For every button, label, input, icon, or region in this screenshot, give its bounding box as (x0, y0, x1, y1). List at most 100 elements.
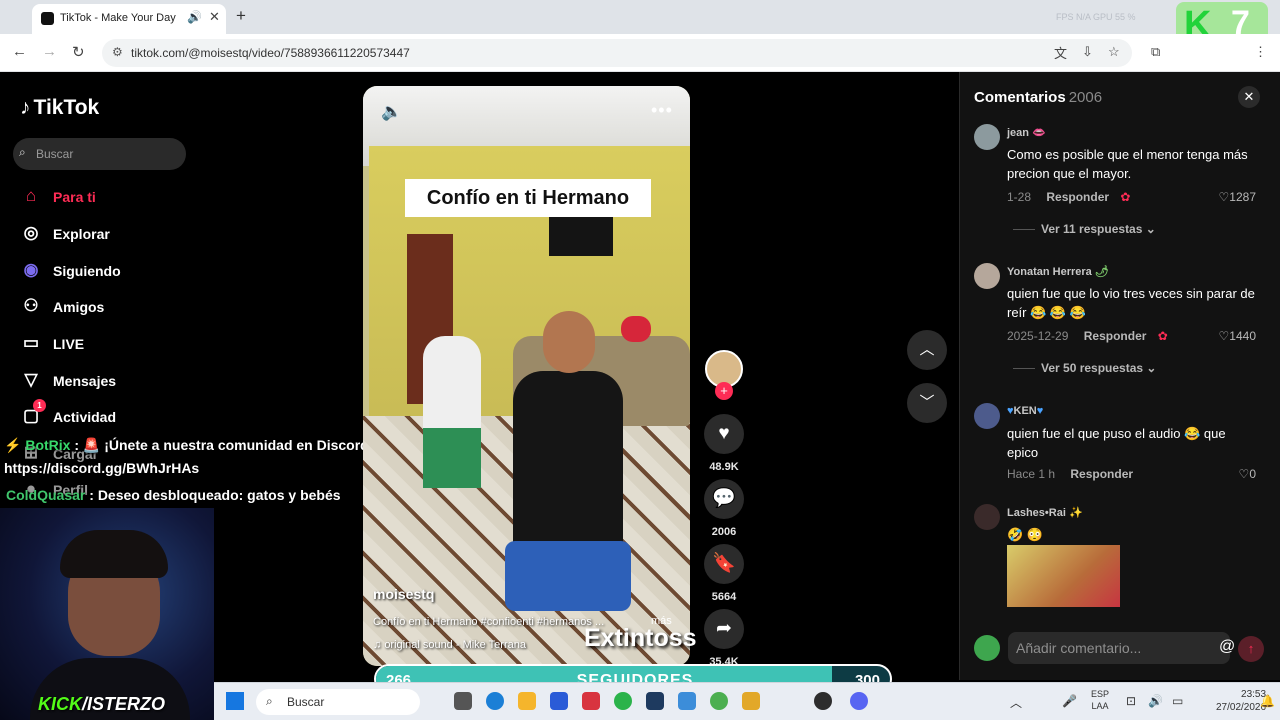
chat-username: ColdQuasar (6, 487, 86, 503)
browser-tab[interactable]: TikTok - Make Your Day 🔊 ✕ (32, 4, 226, 34)
send-icon[interactable]: ↑ (1238, 636, 1264, 662)
comment-like[interactable]: ♡0 (1239, 467, 1256, 481)
view-replies-button[interactable]: Ver 50 respuestas ⌄ (1013, 361, 1156, 375)
comment-composer: Añadir comentario... @ ☺ ↑ (974, 632, 1268, 666)
avatar[interactable] (974, 263, 1000, 289)
comment-username[interactable]: Lashes•Rai ✨ (1007, 506, 1083, 519)
volume-icon[interactable]: 🔈 (381, 102, 402, 122)
share-action[interactable]: ➦ 35.4K (704, 609, 744, 668)
streamer-webcam (0, 508, 214, 720)
comment-action[interactable]: 💬 2006 (704, 479, 744, 538)
comment-input[interactable]: Añadir comentario... @ ☺ (1008, 632, 1259, 664)
comment-username[interactable]: Yonatan Herrera 🌶 (1007, 265, 1109, 278)
search-input[interactable]: ⌕ Buscar (13, 138, 186, 170)
whatsapp-icon[interactable] (614, 692, 632, 710)
notification-icon[interactable]: 🔔 (1260, 694, 1275, 708)
tab-close-icon[interactable]: ✕ (209, 9, 220, 25)
heart-outline-icon: ♡ (1218, 190, 1230, 204)
app-icon[interactable] (582, 692, 600, 710)
save-count: 5664 (711, 591, 737, 603)
flag-icon: 🌶 (1094, 266, 1109, 278)
back-icon[interactable]: ← (12, 43, 27, 60)
tray-chevron-up-icon[interactable]: ︿ (1010, 694, 1022, 711)
chevron-down-icon: ⌄ (1146, 361, 1157, 375)
battery-icon[interactable]: ▭ (1172, 694, 1183, 708)
bookmark-star-icon[interactable]: ☆ (1108, 44, 1120, 60)
comment-image[interactable] (1007, 545, 1120, 607)
chrome-active-icon[interactable] (742, 692, 760, 710)
obs-icon[interactable] (814, 692, 832, 710)
tiktok-logo[interactable]: ♪ TikTok (20, 96, 99, 120)
discord-icon[interactable] (850, 692, 868, 710)
chrome-icon[interactable] (710, 692, 728, 710)
save-action[interactable]: 🔖 5664 (704, 544, 744, 603)
stream-chat-message: ColdQuasar : Deseo desbloqueado: gatos y… (6, 487, 341, 503)
app-icon[interactable] (678, 692, 696, 710)
steam-icon[interactable] (646, 692, 664, 710)
following-icon: ◉ (23, 260, 39, 279)
video-scene-tv (549, 216, 613, 256)
video-music[interactable]: ♫ original sound - Mike Terrana (373, 639, 526, 651)
microphone-icon[interactable]: 🎤 (1062, 694, 1077, 708)
avatar[interactable] (974, 403, 1000, 429)
folder-icon[interactable] (518, 692, 536, 710)
extensions-icon[interactable]: ⧉ (1151, 44, 1160, 60)
install-app-icon[interactable]: ⇩ (1082, 44, 1093, 60)
comment-meta: Hace 1 h Responder (1007, 467, 1134, 481)
reply-button[interactable]: Responder (1070, 467, 1133, 481)
new-tab-button[interactable]: + (236, 6, 246, 26)
comment-like[interactable]: ♡1287 (1219, 190, 1256, 204)
follow-plus-icon[interactable]: + (715, 382, 733, 400)
alarm-icon: 🚨 (82, 437, 101, 453)
keyboard-language[interactable]: ESP LAA (1091, 688, 1109, 712)
reply-button[interactable]: Responder (1046, 190, 1109, 204)
volume-icon[interactable]: 🔊 (1148, 694, 1163, 708)
forward-icon[interactable]: → (42, 43, 57, 60)
reply-button[interactable]: Responder (1084, 329, 1147, 343)
previous-video-chevron-up-icon[interactable]: ︿ (907, 330, 947, 370)
windows-start-icon[interactable] (226, 692, 244, 710)
search-icon: ⌕ (266, 694, 273, 708)
translate-icon[interactable]: 文 (1054, 43, 1067, 62)
more-options-icon[interactable]: ••• (651, 100, 673, 121)
mention-icon[interactable]: @ (1219, 638, 1235, 656)
comments-panel: Comentarios 2006 ✕ jean 👄 Como es posible… (959, 72, 1280, 680)
browser-tab-bar: TikTok - Make Your Day 🔊 ✕ + FPS N/A GPU… (0, 0, 1280, 48)
file-explorer-icon[interactable] (454, 692, 472, 710)
comment-username[interactable]: jean 👄 (1007, 126, 1046, 139)
heart-outline-icon: ♡ (1218, 329, 1230, 343)
next-video-chevron-down-icon[interactable]: ﹀ (907, 383, 947, 423)
chevron-down-icon: ⌄ (1145, 222, 1156, 236)
clock[interactable]: 23:53 27/02/2026 (1216, 688, 1266, 714)
browser-menu-icon[interactable]: ⋮ (1254, 44, 1267, 60)
wifi-icon[interactable]: ⊡ (1126, 694, 1136, 708)
browser-address-bar: ← → ↻ ⚙ tiktok.com/@moisestq/video/75889… (0, 34, 1280, 72)
reload-icon[interactable]: ↻ (72, 43, 85, 61)
avatar[interactable] (974, 124, 1000, 150)
like-action[interactable]: ♥ 48.9K (704, 414, 744, 473)
heart-outline-icon: ♡ (1238, 467, 1250, 481)
close-icon[interactable]: ✕ (1238, 86, 1260, 108)
friends-icon: ⚇ (23, 296, 39, 315)
bookmark-icon[interactable]: 🔖 (704, 544, 744, 584)
performance-stats: FPS N/A GPU 55 % (1056, 12, 1136, 22)
taskbar-search[interactable]: ⌕ Buscar (256, 689, 420, 715)
comment-username[interactable]: ♥KEN♥ (1007, 405, 1043, 417)
avatar[interactable] (974, 504, 1000, 530)
share-icon[interactable]: ➦ (704, 609, 744, 649)
store-icon[interactable] (550, 692, 568, 710)
comment-like[interactable]: ♡1440 (1219, 329, 1256, 343)
video-author[interactable]: moisestq (373, 586, 434, 602)
stream-watermark: Extintoss (584, 624, 697, 652)
view-replies-button[interactable]: Ver 11 respuestas ⌄ (1013, 222, 1156, 236)
creator-liked-icon: ✿ (1120, 190, 1131, 204)
comment-icon[interactable]: 💬 (704, 479, 744, 519)
lips-icon: 👄 (1032, 127, 1046, 139)
audio-playing-icon[interactable]: 🔊 (187, 10, 202, 24)
live-icon: ▭ (22, 333, 40, 352)
site-info-icon[interactable]: ⚙ (112, 45, 123, 59)
heart-icon[interactable]: ♥ (704, 414, 744, 454)
url-field[interactable]: ⚙ tiktok.com/@moisestq/video/75889366112… (102, 39, 1132, 67)
video-player[interactable]: Confío en ti Hermano 🔈 ••• moisestq Conf… (363, 86, 690, 666)
edge-icon[interactable] (486, 692, 504, 710)
